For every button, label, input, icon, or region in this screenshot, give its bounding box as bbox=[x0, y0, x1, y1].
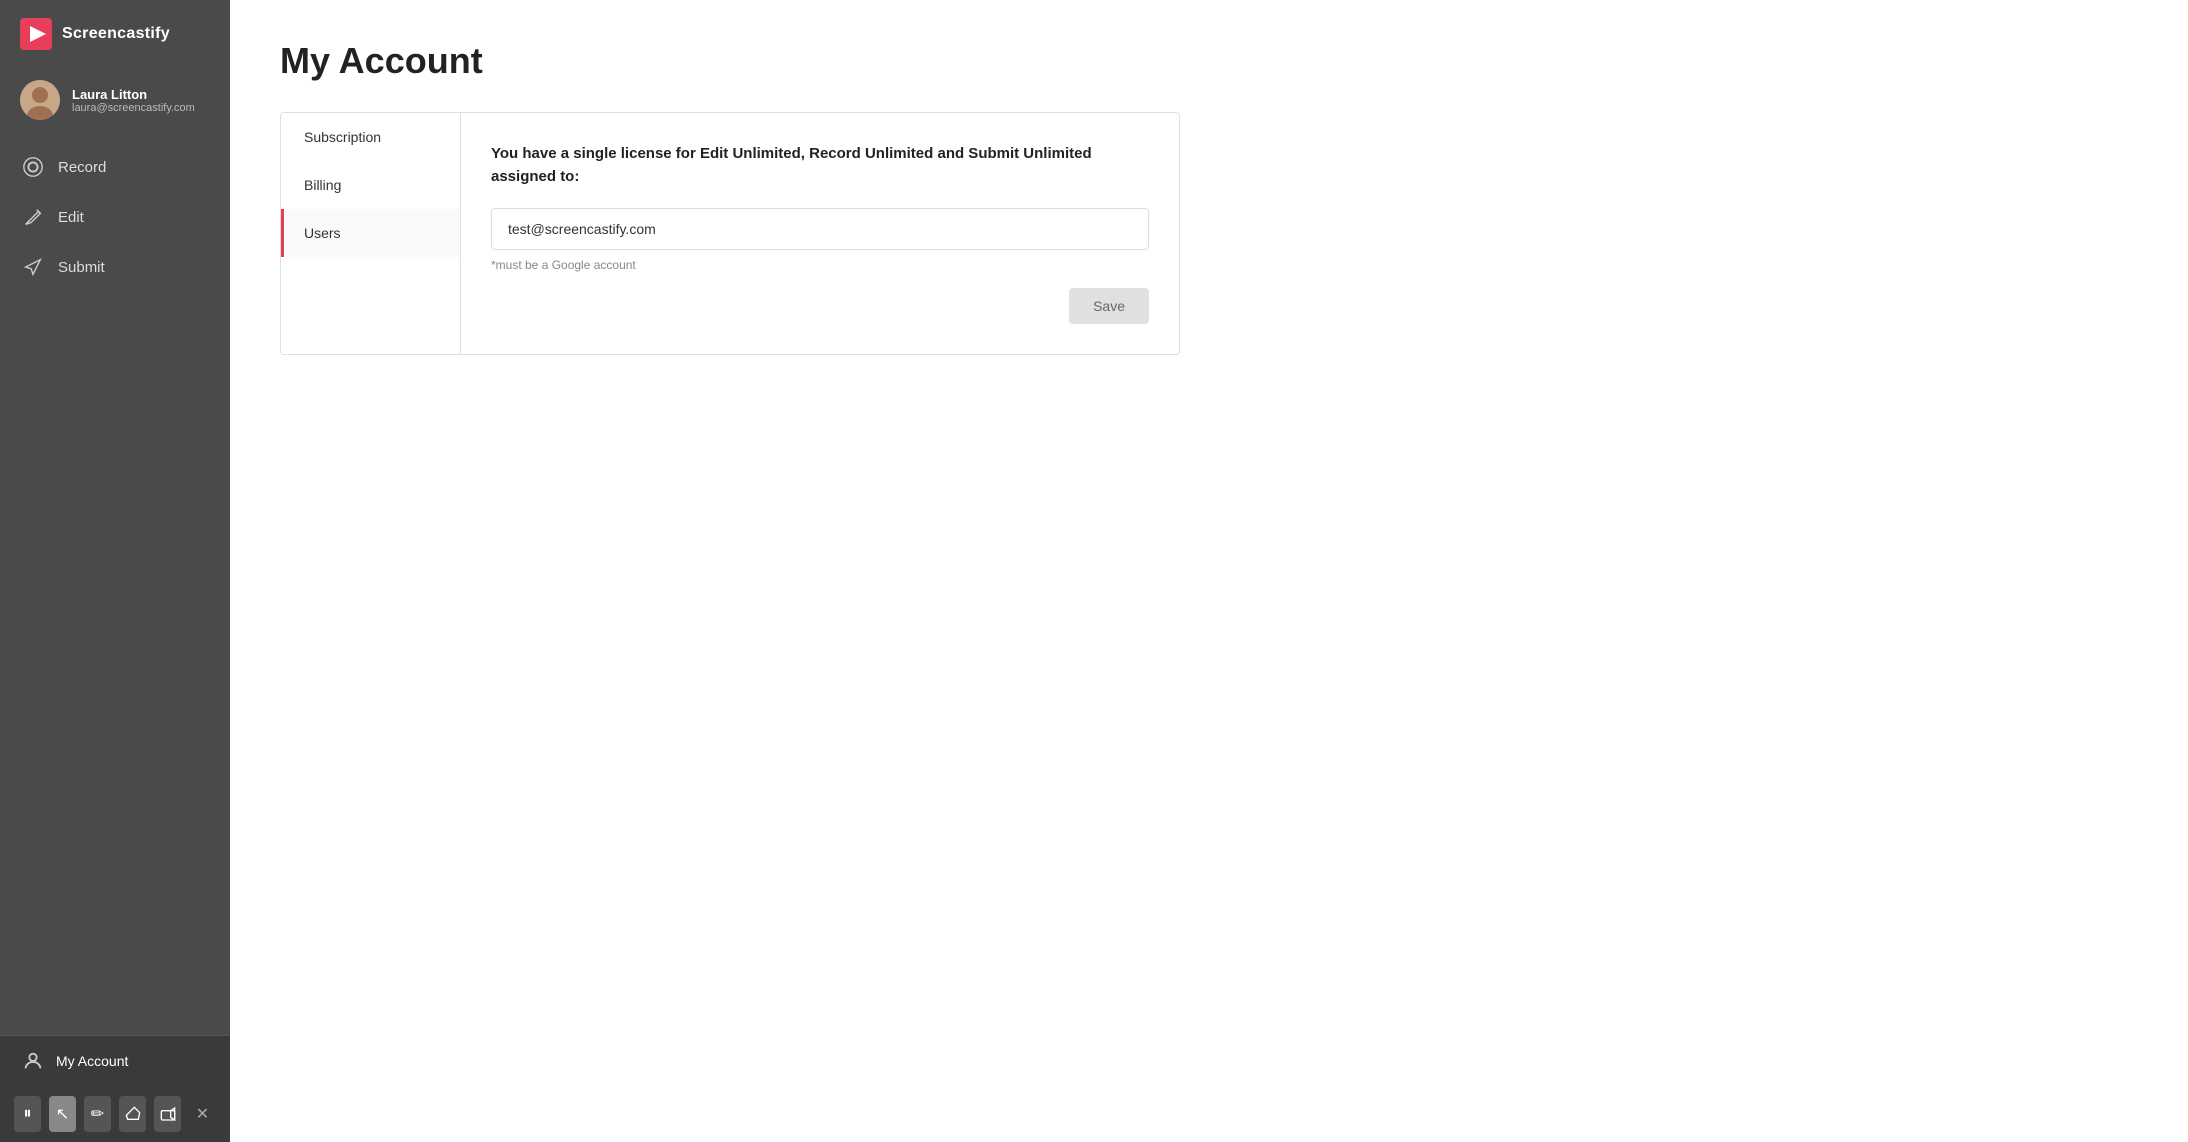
google-account-note: *must be a Google account bbox=[491, 258, 1149, 272]
user-name: Laura Litton bbox=[72, 87, 195, 102]
pause-button[interactable]: ⏸ bbox=[14, 1096, 41, 1132]
screencastify-logo-icon bbox=[20, 18, 52, 50]
users-panel: You have a single license for Edit Unlim… bbox=[461, 113, 1179, 354]
avatar-image bbox=[20, 80, 60, 120]
app-name: Screencastify bbox=[62, 25, 170, 43]
tab-billing[interactable]: Billing bbox=[281, 161, 460, 209]
submit-icon bbox=[22, 256, 44, 278]
eraser-button[interactable] bbox=[119, 1096, 146, 1132]
cursor-button[interactable]: ↖ bbox=[49, 1096, 76, 1132]
submit-label: Submit bbox=[58, 259, 105, 276]
sidebar-item-edit[interactable]: Edit bbox=[0, 192, 230, 242]
toolbar-buttons: ⏸ ↖ ✏ ✕ bbox=[0, 1086, 230, 1142]
record-icon bbox=[22, 156, 44, 178]
camera-icon bbox=[160, 1106, 176, 1122]
sidebar: Screencastify Laura Litton laura@screenc… bbox=[0, 0, 230, 1142]
page-title: My Account bbox=[280, 40, 2138, 82]
account-left-nav: Subscription Billing Users bbox=[281, 113, 461, 354]
record-label: Record bbox=[58, 159, 106, 176]
sidebar-item-submit[interactable]: Submit bbox=[0, 242, 230, 292]
user-email-input[interactable] bbox=[491, 208, 1149, 250]
close-button[interactable]: ✕ bbox=[189, 1096, 216, 1132]
edit-icon bbox=[22, 206, 44, 228]
edit-label: Edit bbox=[58, 209, 84, 226]
save-button[interactable]: Save bbox=[1069, 288, 1149, 324]
account-icon bbox=[22, 1050, 44, 1072]
eraser-icon bbox=[125, 1106, 141, 1122]
license-description: You have a single license for Edit Unlim… bbox=[491, 143, 1149, 188]
main-content: My Account Subscription Billing Users Yo… bbox=[230, 0, 2188, 1142]
camera-button[interactable] bbox=[154, 1096, 181, 1132]
my-account-nav-item[interactable]: My Account bbox=[0, 1036, 230, 1086]
user-area: Laura Litton laura@screencastify.com bbox=[0, 68, 230, 132]
pen-button[interactable]: ✏ bbox=[84, 1096, 111, 1132]
tab-users[interactable]: Users bbox=[281, 209, 460, 257]
avatar bbox=[20, 80, 60, 120]
logo-area: Screencastify bbox=[0, 0, 230, 68]
account-panel: Subscription Billing Users You have a si… bbox=[280, 112, 1180, 355]
user-info: Laura Litton laura@screencastify.com bbox=[72, 87, 195, 114]
my-account-label: My Account bbox=[56, 1053, 128, 1069]
nav-items: Record Edit Submit bbox=[0, 142, 230, 1035]
user-email: laura@screencastify.com bbox=[72, 102, 195, 114]
sidebar-item-record[interactable]: Record bbox=[0, 142, 230, 192]
tab-subscription[interactable]: Subscription bbox=[281, 113, 460, 161]
bottom-bar: My Account ⏸ ↖ ✏ ✕ bbox=[0, 1035, 230, 1142]
